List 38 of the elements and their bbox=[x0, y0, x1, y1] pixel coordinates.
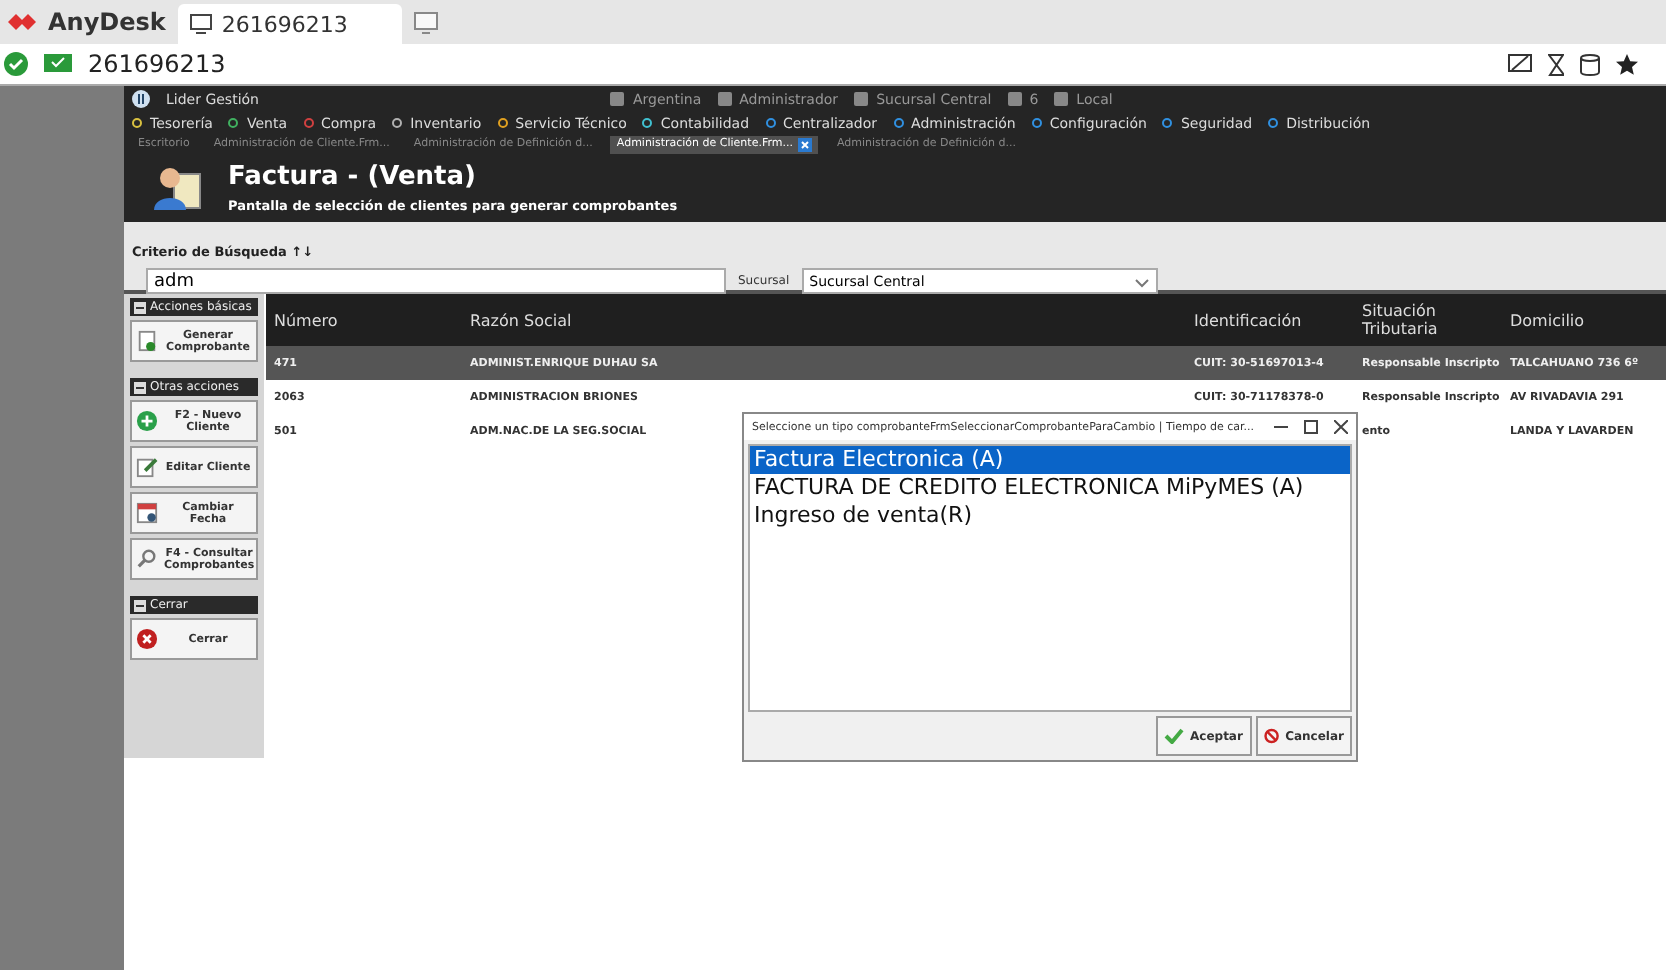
chat-icon[interactable] bbox=[1508, 54, 1532, 74]
user-document-icon bbox=[152, 162, 204, 214]
search-field[interactable]: adm bbox=[146, 268, 726, 294]
monitor-icon[interactable] bbox=[413, 11, 438, 33]
monitor-icon bbox=[189, 14, 212, 34]
collapse-icon bbox=[134, 599, 146, 611]
logo-icon bbox=[8, 12, 36, 32]
list-item[interactable]: FACTURA DE CREDITO ELECTRONICA MiPyMES (A) bbox=[750, 474, 1350, 502]
close-icon[interactable] bbox=[1334, 420, 1348, 434]
collapse-icon bbox=[134, 381, 146, 393]
form-title: Factura - (Venta) bbox=[228, 162, 478, 192]
hourglass-icon[interactable] bbox=[1548, 53, 1564, 75]
search-icon bbox=[136, 548, 158, 570]
edit-icon bbox=[136, 456, 158, 478]
maximize-icon[interactable] bbox=[1304, 420, 1318, 434]
address-field[interactable]: 261696213 bbox=[88, 50, 1492, 78]
session-tab[interactable]: 261696213 bbox=[177, 4, 402, 44]
check-icon bbox=[1164, 728, 1184, 744]
column-header[interactable]: Número bbox=[274, 311, 338, 329]
monitor-icon bbox=[44, 53, 72, 75]
plus-circle-icon bbox=[136, 410, 158, 432]
column-header[interactable]: Situación Tributaria bbox=[1362, 302, 1482, 338]
column-header[interactable]: Razón Social bbox=[470, 311, 572, 329]
close-icon bbox=[136, 628, 158, 650]
app-name: AnyDesk bbox=[48, 8, 166, 36]
column-header[interactable]: Identificación bbox=[1194, 311, 1302, 329]
star-icon[interactable] bbox=[1616, 53, 1638, 75]
chevron-down-icon bbox=[1133, 273, 1150, 289]
prohibited-icon bbox=[1264, 726, 1280, 746]
collapse-icon bbox=[134, 301, 146, 313]
database-icon[interactable] bbox=[1580, 53, 1600, 75]
calendar-icon bbox=[136, 502, 158, 524]
list-item[interactable]: Factura Electronica (A) bbox=[750, 446, 1350, 474]
list-item[interactable]: Ingreso de venta(R) bbox=[750, 502, 1350, 530]
app-logo-icon bbox=[132, 90, 150, 108]
column-header[interactable]: Domicilio bbox=[1510, 311, 1585, 329]
document-icon bbox=[136, 330, 158, 352]
minimize-icon[interactable] bbox=[1274, 420, 1288, 434]
